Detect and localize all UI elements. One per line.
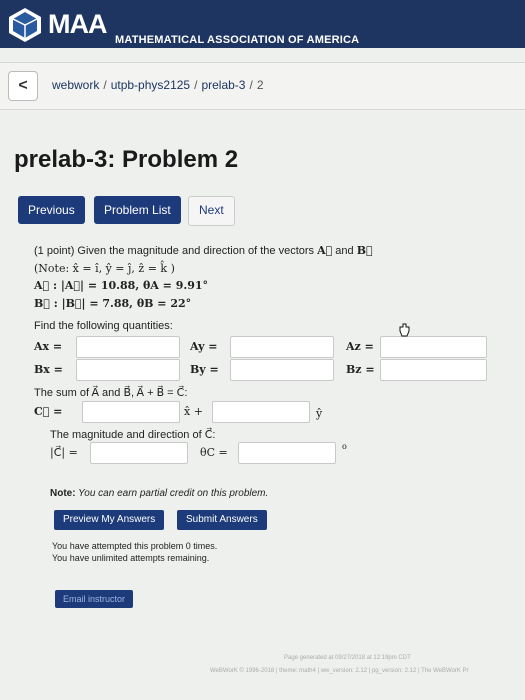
ay-input[interactable]	[230, 336, 334, 358]
x-hat-plus: x̂ +	[184, 405, 203, 418]
back-button[interactable]: <	[8, 71, 38, 101]
by-label: By =	[190, 363, 219, 376]
footer-generated: Page generated at 09/27/2018 at 12:19pm …	[284, 655, 411, 661]
ay-label: Ay =	[190, 340, 218, 353]
y-hat: ŷ	[316, 407, 323, 420]
problem-intro: (1 point) Given the magnitude and direct…	[34, 244, 373, 257]
preview-answers-button[interactable]: Preview My Answers	[54, 510, 165, 530]
sum-text: The sum of A⃗ and B⃗, A⃗ + B⃗ = C⃗:	[34, 387, 188, 399]
by-input[interactable]	[230, 359, 334, 381]
c-magnitude-input[interactable]	[90, 442, 188, 464]
remaining-text: You have unlimited attempts remaining.	[52, 553, 210, 563]
problem-note: (Note: x̂ = î, ŷ = ĵ, ẑ = k̂ )	[34, 262, 175, 275]
bz-input[interactable]	[380, 359, 487, 381]
vector-b-given: B⃗ : |B⃗| = 7.88, θB = 22°	[34, 297, 192, 310]
ax-label: Ax =	[34, 340, 63, 353]
az-label: Az =	[346, 340, 374, 353]
partial-credit-note: Note: You can earn partial credit on thi…	[50, 488, 269, 499]
problem-list-button[interactable]: Problem List	[94, 196, 181, 224]
az-input[interactable]	[380, 336, 487, 358]
footer-version: WeBWorK © 1996-2018 | theme: math4 | ww_…	[210, 668, 469, 674]
breadcrumb-set[interactable]: prelab-3	[201, 78, 245, 92]
submit-answers-button[interactable]: Submit Answers	[177, 510, 267, 530]
mouse-pointer-icon	[399, 323, 410, 337]
bx-label: Bx =	[34, 363, 63, 376]
find-quantities-text: Find the following quantities:	[34, 320, 173, 332]
org-name: MATHEMATICAL ASSOCIATION OF AMERICA	[115, 34, 360, 46]
email-instructor-button[interactable]: Email instructor	[55, 590, 134, 608]
maa-logo-text[interactable]: MAA	[48, 9, 107, 40]
breadcrumb-webwork[interactable]: webwork	[52, 78, 99, 92]
cy-input[interactable]	[212, 401, 310, 423]
c-magnitude-label: |C⃗| =	[50, 446, 78, 459]
next-button[interactable]: Next	[188, 196, 235, 226]
vector-a-given: A⃗ : |A⃗| = 10.88, θA = 9.91°	[34, 279, 209, 292]
theta-c-label: θC =	[200, 446, 228, 459]
breadcrumb-course[interactable]: utpb-phys2125	[111, 78, 190, 92]
breadcrumb-bar: < webwork / utpb-phys2125/prelab-3/2	[0, 62, 525, 110]
ax-input[interactable]	[76, 336, 180, 358]
cx-input[interactable]	[82, 401, 180, 423]
bx-input[interactable]	[76, 359, 180, 381]
attempts-text: You have attempted this problem 0 times.	[52, 541, 218, 551]
site-header: MAA MATHEMATICAL ASSOCIATION OF AMERICA	[0, 0, 525, 48]
previous-button[interactable]: Previous	[18, 196, 85, 224]
degree-symbol: o	[342, 442, 347, 451]
magnitude-text: The magnitude and direction of C⃗:	[50, 429, 216, 441]
c-label: C⃗ =	[34, 405, 63, 418]
page-title: prelab-3: Problem 2	[14, 146, 239, 173]
breadcrumb: webwork / utpb-phys2125/prelab-3/2	[52, 78, 264, 92]
breadcrumb-problem: 2	[256, 78, 264, 92]
theta-c-input[interactable]	[238, 442, 336, 464]
bz-label: Bz =	[346, 363, 375, 376]
maa-logo-icon	[9, 8, 41, 42]
